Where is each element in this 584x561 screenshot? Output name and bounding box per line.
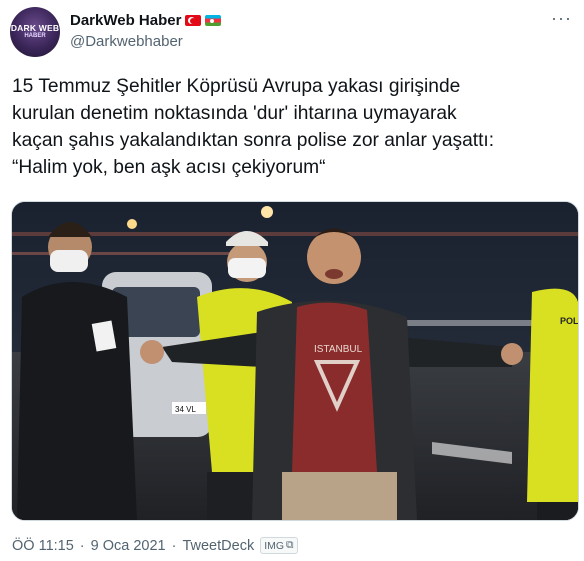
avatar-logo-subtext: HABER <box>24 33 46 39</box>
author-name-row: DarkWeb Haber <box>70 12 222 29</box>
display-name[interactable]: DarkWeb Haber <box>70 12 181 29</box>
azerbaijan-flag-icon <box>205 15 222 26</box>
turkey-flag-icon <box>185 15 202 26</box>
tweet-date[interactable]: 9 Oca 2021 <box>91 538 166 554</box>
tweet-time[interactable]: ÖÖ 11:15 <box>12 538 74 554</box>
shirt-print: ISTANBUL <box>314 344 363 355</box>
footer-separator: · <box>79 537 85 554</box>
user-handle[interactable]: @Darkwebhaber <box>70 33 183 50</box>
photo-scene: 34 VL POLİS ISTANBUL <box>12 202 578 520</box>
more-options-icon[interactable]: ··· <box>551 8 572 29</box>
avatar[interactable]: DARK WEB HABER <box>10 7 60 57</box>
vest-text: POLİS <box>560 316 578 326</box>
tweet-footer: ÖÖ 11:15 · 9 Oca 2021 · TweetDeck IMG ⧉ <box>12 537 298 554</box>
image-badge: IMG ⧉ <box>260 537 298 554</box>
tweet-text: 15 Temmuz Şehitler Köprüsü Avrupa yakası… <box>12 76 495 178</box>
license-plate: 34 VL <box>175 405 196 414</box>
copy-icon: ⧉ <box>286 539 294 551</box>
tweet-source[interactable]: TweetDeck <box>182 538 254 554</box>
image-badge-label: IMG <box>264 539 285 552</box>
footer-separator: · <box>171 537 177 554</box>
avatar-logo-text: DARK WEB <box>10 23 60 33</box>
tweet-photo[interactable]: 34 VL POLİS ISTANBUL <box>11 201 579 521</box>
tweet-card: DARK WEB HABER DarkWeb Haber @Darkwebhab… <box>0 0 584 561</box>
